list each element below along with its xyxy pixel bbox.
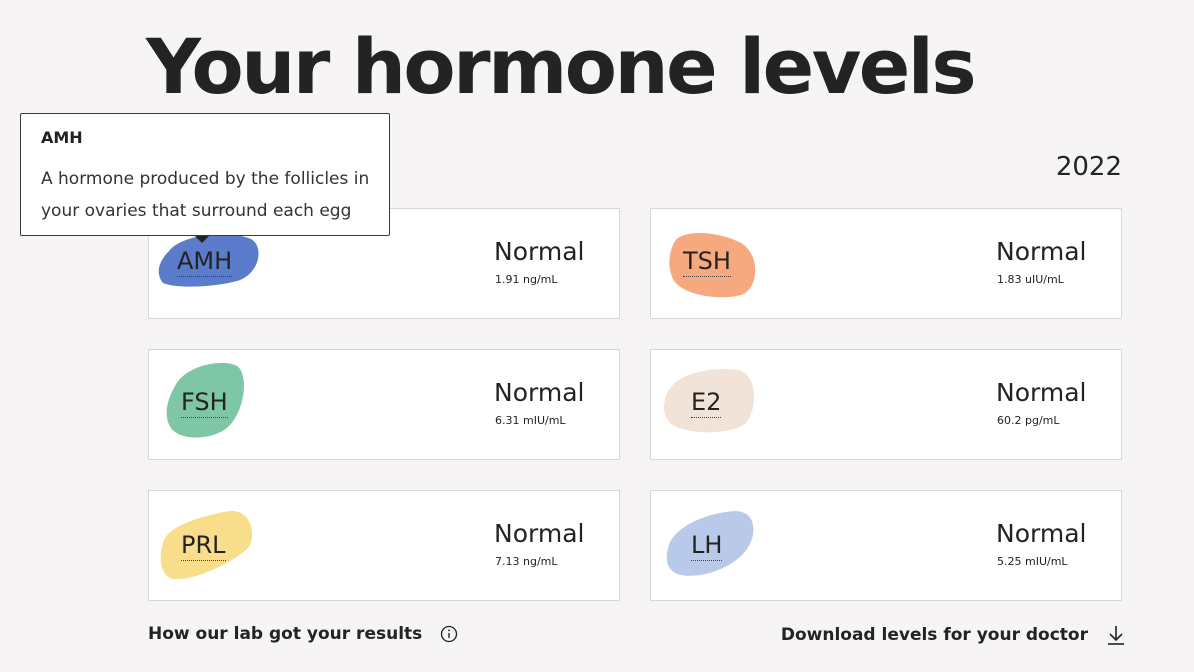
value-e2: 60.2 pg/mL <box>997 414 1060 427</box>
tooltip-title: AMH <box>41 128 83 147</box>
info-circle-icon[interactable] <box>440 625 458 643</box>
hormone-card-e2[interactable]: E2 Normal 60.2 pg/mL <box>650 349 1122 460</box>
status-tsh: Normal <box>996 237 1087 266</box>
value-tsh: 1.83 uIU/mL <box>997 273 1064 286</box>
hormone-name-prl[interactable]: PRL <box>181 531 226 561</box>
info-circle-dot <box>448 629 451 632</box>
hormone-card-fsh[interactable]: FSH Normal 6.31 mIU/mL <box>148 349 620 460</box>
hormone-name-lh[interactable]: LH <box>691 531 723 561</box>
page-title: Your hormone levels <box>146 22 977 111</box>
status-amh: Normal <box>494 237 585 266</box>
year-label: 2022 <box>1055 152 1122 182</box>
download-arrow-icon[interactable] <box>1106 624 1126 646</box>
download-levels-link-label: Download levels for your doctor <box>780 625 1088 645</box>
tooltip-arrow <box>195 236 209 243</box>
status-lh: Normal <box>996 519 1087 548</box>
hormone-name-e2[interactable]: E2 <box>691 388 722 418</box>
hormone-levels-page: Your hormone levels 2022 AMH Normal 1.91… <box>0 0 1194 672</box>
tooltip-body: A hormone produced by the follicles in y… <box>41 169 370 221</box>
value-amh: 1.91 ng/mL <box>495 273 558 286</box>
hormone-card-lh[interactable]: LH Normal 5.25 mIU/mL <box>650 490 1122 601</box>
download-levels-link[interactable]: Download levels for your doctor <box>781 624 1126 646</box>
value-lh: 5.25 mIU/mL <box>997 555 1068 568</box>
value-fsh: 6.31 mIU/mL <box>495 414 566 427</box>
hormone-card-tsh[interactable]: TSH Normal 1.83 uIU/mL <box>650 208 1122 319</box>
hormone-name-amh[interactable]: AMH <box>177 247 233 277</box>
lab-results-link-label: How our lab got your results <box>148 624 423 644</box>
amh-tooltip: AMH A hormone produced by the follicles … <box>20 113 390 236</box>
status-prl: Normal <box>494 519 585 548</box>
hormone-card-prl[interactable]: PRL Normal 7.13 ng/mL <box>148 490 620 601</box>
lab-results-link[interactable]: How our lab got your results <box>148 624 458 644</box>
status-fsh: Normal <box>494 378 585 407</box>
status-e2: Normal <box>996 378 1087 407</box>
hormone-name-fsh[interactable]: FSH <box>181 388 228 418</box>
value-prl: 7.13 ng/mL <box>495 555 558 568</box>
hormone-name-tsh[interactable]: TSH <box>683 247 731 277</box>
